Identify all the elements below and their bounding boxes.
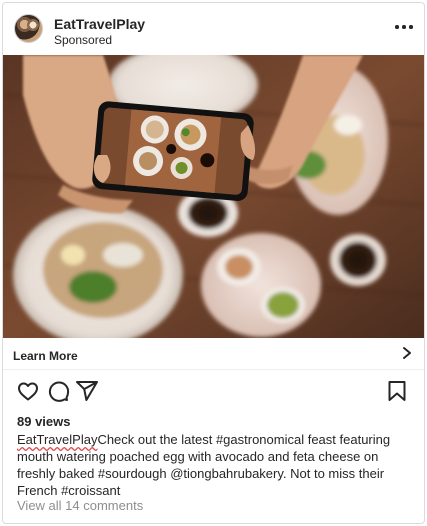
- comment-icon[interactable]: [46, 379, 70, 403]
- avatar[interactable]: [14, 14, 43, 43]
- post-header: EatTravelPlay Sponsored: [3, 3, 424, 55]
- post-image[interactable]: [3, 55, 424, 338]
- heart-icon[interactable]: [16, 379, 40, 403]
- food-photo: [3, 55, 424, 338]
- sponsored-label: Sponsored: [54, 33, 113, 47]
- learn-more-bar[interactable]: Learn More: [3, 338, 424, 370]
- view-comments-link[interactable]: View all 14 comments: [17, 498, 143, 513]
- bookmark-icon[interactable]: [385, 379, 409, 403]
- views-count[interactable]: 89 views: [17, 414, 71, 429]
- post-card: EatTravelPlay Sponsored Learn More 89 vi…: [2, 2, 425, 524]
- more-horizontal-icon[interactable]: [394, 21, 414, 33]
- send-icon[interactable]: [75, 379, 99, 403]
- caption: EatTravelPlayCheck out the latest #gastr…: [17, 431, 413, 499]
- chevron-right-icon[interactable]: [400, 346, 414, 360]
- caption-username[interactable]: EatTravelPlay: [17, 432, 97, 447]
- username[interactable]: EatTravelPlay: [54, 16, 145, 32]
- action-bar: [3, 374, 424, 408]
- learn-more-label[interactable]: Learn More: [13, 349, 78, 363]
